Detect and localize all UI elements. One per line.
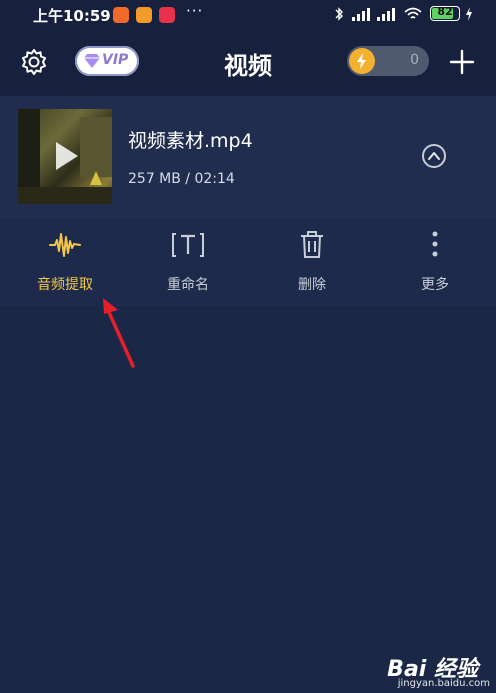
app-header: VIP 视频 0 [0,28,496,96]
more-notifications-dots: ··· [186,2,204,20]
status-time: 上午10:59 [33,7,111,25]
lightning-coin-icon [349,48,375,74]
bluetooth-icon [335,7,343,21]
coin-count: 0 [410,52,419,68]
notification-app-icon-orange [113,7,129,23]
rename-icon [172,233,204,257]
watermark-url: jingyan.baidu.com [397,678,490,689]
add-plus-icon[interactable] [448,48,476,76]
trash-icon [301,231,323,258]
video-list-item[interactable]: 视频素材.mp4 257 MB / 02:14 [0,96,496,218]
charging-icon [466,7,472,21]
delete-label: 删除 [298,277,326,293]
more-label: 更多 [421,277,449,293]
audio-wave-icon [49,233,81,257]
audio-extract-button[interactable]: 音频提取 [10,230,120,300]
rename-button[interactable]: 重命名 [133,230,243,300]
battery-indicator: 82 [430,5,460,21]
more-vertical-icon [432,231,438,257]
video-action-bar: 音频提取 重命名 删除 更多 [0,218,496,306]
thumbnail-floor [18,187,112,204]
annotation-arrow-icon [103,298,135,368]
signal-icon-2 [377,8,395,21]
video-file-name: 视频素材.mp4 [128,130,253,152]
delete-button[interactable]: 删除 [257,230,367,300]
video-thumbnail[interactable] [18,109,112,204]
collapse-chevron-up-icon[interactable] [422,144,446,168]
more-button[interactable]: 更多 [380,230,490,300]
baidu-jingyan-watermark: Bai 经验 jingyan.baidu.com [360,649,490,689]
play-icon[interactable] [56,142,78,170]
notification-app-icon-yellow [136,7,152,23]
rename-label: 重命名 [167,277,209,293]
audio-extract-label: 音频提取 [37,277,93,293]
wifi-icon [404,7,422,19]
signal-icon-1 [352,8,370,21]
thumbnail-wet-floor-sign [90,171,102,185]
status-bar: 上午10:59 ··· 82 [0,0,496,28]
coin-toggle[interactable]: 0 [347,46,429,76]
battery-text: 82 [437,5,453,18]
video-file-meta: 257 MB / 02:14 [128,171,235,187]
thumbnail-door [80,117,112,177]
notification-app-icon-red [159,7,175,23]
